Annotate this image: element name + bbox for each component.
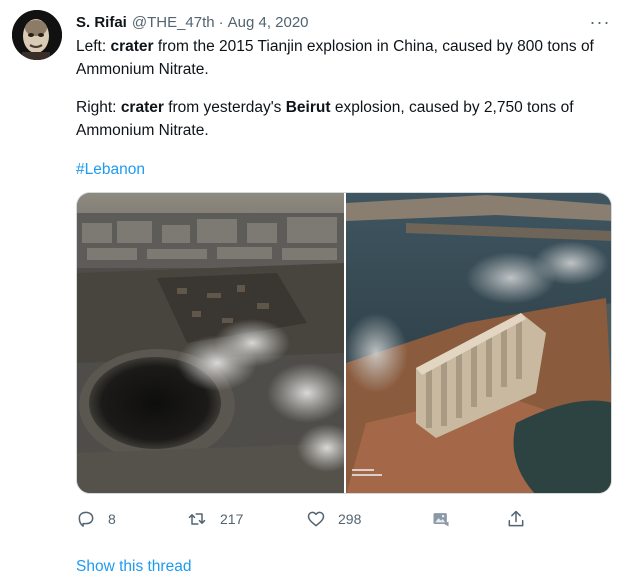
header-separator: · [218, 13, 224, 31]
like-count: 298 [338, 511, 362, 527]
tweet: S. Rifai @THE_47th · Aug 4, 2020 ··· Lef… [0, 0, 624, 584]
tweet-date[interactable]: Aug 4, 2020 [228, 14, 309, 31]
share-image-button[interactable] [431, 506, 451, 532]
share-image-icon [433, 513, 449, 527]
retweet-button[interactable]: 217 [186, 506, 243, 532]
p2-middle: from yesterday's [163, 99, 286, 116]
tweet-header: S. Rifai @THE_47th · Aug 4, 2020 [76, 11, 309, 33]
author-handle[interactable]: @THE_47th [132, 14, 215, 31]
avatar[interactable] [12, 10, 62, 60]
photo-beirut-image [344, 193, 611, 493]
photo-beirut-crater[interactable] [344, 193, 611, 493]
reply-button[interactable]: 8 [76, 506, 116, 532]
retweet-icon [188, 513, 206, 525]
retweet-count: 217 [220, 511, 244, 527]
reply-icon [78, 511, 94, 527]
upload-icon [508, 510, 524, 527]
reply-count: 8 [108, 511, 116, 527]
show-thread-link[interactable]: Show this thread [76, 556, 191, 578]
tweet-text-paragraph-1: Left: crater from the 2015 Tianjin explo… [76, 35, 614, 81]
photo-tianjin-image [77, 193, 357, 493]
p1-bold-crater: crater [110, 38, 154, 55]
p1-body: from the 2015 Tianjin explosion in China… [76, 38, 594, 78]
more-dots-icon[interactable]: ··· [585, 10, 615, 34]
action-bar: 8 217 298 [76, 506, 546, 532]
p2-bold-beirut: Beirut [285, 99, 331, 116]
like-button[interactable]: 298 [306, 506, 361, 532]
upload-button[interactable] [506, 506, 526, 532]
hashtag-link[interactable]: #Lebanon [76, 158, 145, 181]
media-grid [76, 192, 612, 494]
p2-prefix: Right: [76, 99, 121, 116]
avatar-image [12, 10, 62, 60]
tweet-text-paragraph-2: Right: crater from yesterday's Beirut ex… [76, 96, 614, 142]
p2-bold-crater: crater [120, 99, 164, 116]
heart-icon [307, 511, 325, 527]
author-name[interactable]: S. Rifai [76, 14, 127, 31]
p1-prefix: Left: [76, 38, 111, 55]
photo-tianjin-crater[interactable] [77, 193, 357, 493]
